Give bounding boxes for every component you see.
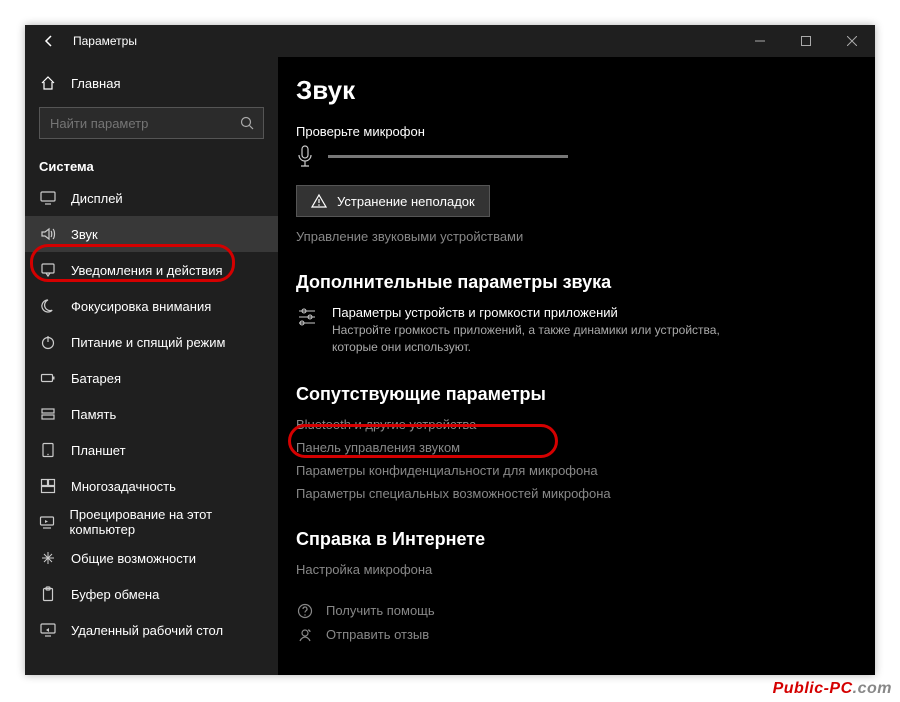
manage-devices-link[interactable]: Управление звуковыми устройствами [296,229,875,244]
sidebar-item-label: Многозадачность [71,479,176,494]
sidebar-item-4[interactable]: Питание и спящий режим [25,324,278,360]
back-button[interactable] [25,25,73,57]
arrow-left-icon [42,34,56,48]
sidebar-section-title: Система [25,149,278,180]
app-volume-link[interactable]: Параметры устройств и громкости приложен… [296,305,875,356]
focus-icon [39,298,57,314]
sidebar-item-label: Проецирование на этот компьютер [70,507,264,537]
sidebar-item-0[interactable]: Дисплей [25,180,278,216]
sidebar-item-3[interactable]: Фокусировка внимания [25,288,278,324]
watermark: Public-PC.com [773,680,892,698]
window-body: Главная Система Дисплей Звук Уведомления и… [25,57,875,675]
sidebar-item-label: Удаленный рабочий стол [71,623,223,638]
clipboard-icon [39,586,57,602]
sidebar-item-label: Уведомления и действия [71,263,223,278]
sidebar-item-12[interactable]: Удаленный рабочий стол [25,612,278,648]
settings-window: Параметры Главная [25,25,875,675]
project-icon [39,514,56,530]
notifications-icon [39,262,57,278]
nav-list: Дисплей Звук Уведомления и действия Фокусир… [25,180,278,648]
sidebar-item-label: Общие возможности [71,551,196,566]
related-link-sound-panel[interactable]: Панель управления звуком [296,440,875,455]
sidebar-item-2[interactable]: Уведомления и действия [25,252,278,288]
related-link-bluetooth[interactable]: Bluetooth и другие устройства [296,417,875,432]
sidebar-item-11[interactable]: Буфер обмена [25,576,278,612]
help-icon [296,603,314,619]
sidebar-item-1[interactable]: Звук [25,216,278,252]
sidebar: Главная Система Дисплей Звук Уведомления и… [25,57,278,675]
feedback-icon [296,627,314,643]
storage-icon [39,406,57,422]
feedback-link[interactable]: Отправить отзыв [296,627,875,643]
related-links: Bluetooth и другие устройства Панель упр… [296,417,875,501]
home-nav[interactable]: Главная [25,65,278,101]
sidebar-item-6[interactable]: Память [25,396,278,432]
advanced-heading: Дополнительные параметры звука [296,272,875,293]
display-icon [39,190,57,206]
warning-icon [311,193,327,209]
tablet-icon [39,442,57,458]
power-icon [39,334,57,350]
close-button[interactable] [829,25,875,57]
related-link-mic-privacy[interactable]: Параметры конфиденциальности для микрофо… [296,463,875,478]
shared-icon [39,550,57,566]
search-input[interactable] [39,107,264,139]
sidebar-item-9[interactable]: Проецирование на этот компьютер [25,504,278,540]
page-title: Звук [296,75,875,106]
sidebar-item-label: Фокусировка внимания [71,299,211,314]
webhelp-link[interactable]: Настройка микрофона [296,562,875,577]
battery-icon [39,370,57,386]
remote-icon [39,622,57,638]
mic-level-bar [328,155,568,158]
sidebar-item-label: Планшет [71,443,126,458]
sidebar-item-label: Дисплей [71,191,123,206]
window-controls [737,25,875,57]
titlebar: Параметры [25,25,875,57]
home-label: Главная [71,76,120,91]
home-icon [39,75,57,91]
app-volume-title: Параметры устройств и громкости приложен… [332,305,732,320]
content-area: Звук Проверьте микрофон Устранение непол… [278,57,875,675]
search-icon [240,116,254,130]
sidebar-item-5[interactable]: Батарея [25,360,278,396]
minimize-button[interactable] [737,25,783,57]
sidebar-item-label: Батарея [71,371,121,386]
sidebar-item-8[interactable]: Многозадачность [25,468,278,504]
app-volume-desc: Настройте громкость приложений, а также … [332,322,732,356]
watermark-part1: Public-PC [773,680,853,697]
troubleshoot-label: Устранение неполадок [337,194,475,209]
watermark-part2: .com [853,680,892,697]
sidebar-item-label: Память [71,407,116,422]
sidebar-item-label: Питание и спящий режим [71,335,225,350]
related-link-mic-access[interactable]: Параметры специальных возможностей микро… [296,486,875,501]
multitask-icon [39,478,57,494]
maximize-button[interactable] [783,25,829,57]
get-help-link[interactable]: Получить помощь [296,603,875,619]
sliders-icon [296,305,318,356]
related-heading: Сопутствующие параметры [296,384,875,405]
sound-icon [39,226,57,242]
feedback-label: Отправить отзыв [326,627,429,642]
mic-test-label: Проверьте микрофон [296,124,875,139]
webhelp-heading: Справка в Интернете [296,529,875,550]
sidebar-item-7[interactable]: Планшет [25,432,278,468]
get-help-label: Получить помощь [326,603,435,618]
microphone-icon [296,145,314,167]
sidebar-item-label: Звук [71,227,98,242]
search-container [25,101,278,149]
window-title: Параметры [73,34,137,48]
sidebar-item-10[interactable]: Общие возможности [25,540,278,576]
sidebar-item-label: Буфер обмена [71,587,159,602]
mic-test-row [296,145,875,167]
troubleshoot-button[interactable]: Устранение неполадок [296,185,490,217]
